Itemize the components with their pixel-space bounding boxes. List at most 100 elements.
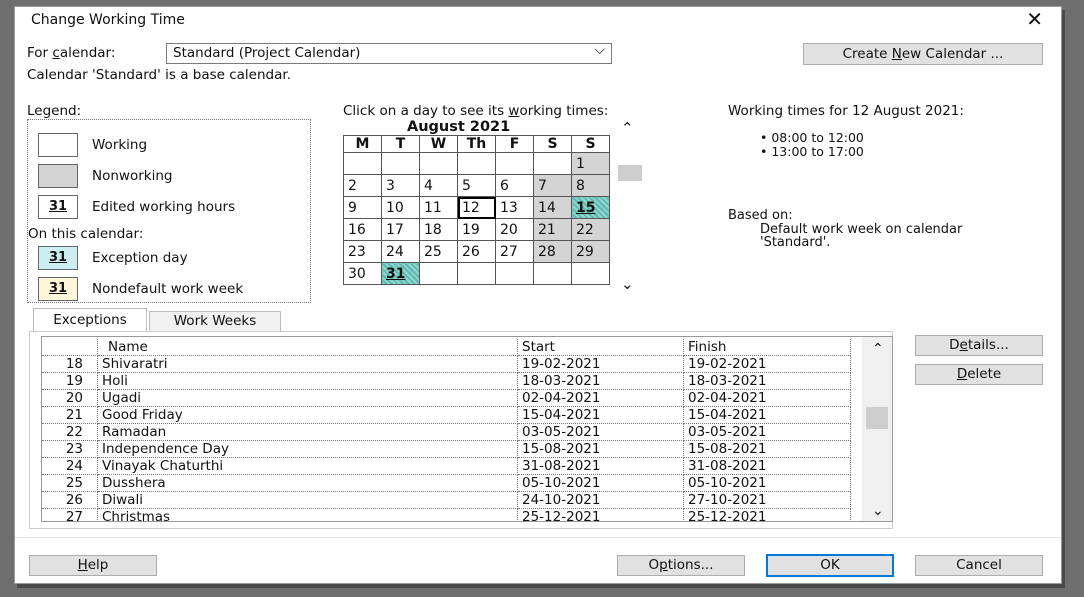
- table-row[interactable]: 27 Christmas 25-12-2021 25-12-2021: [42, 509, 852, 521]
- working-times-list: • 08:00 to 12:00 • 13:00 to 17:00: [760, 131, 864, 159]
- table-header-row: Name Start Finish: [42, 339, 852, 356]
- options-button[interactable]: Options...: [617, 555, 745, 576]
- delete-button[interactable]: Delete: [915, 364, 1043, 385]
- header-finish[interactable]: Finish: [684, 339, 851, 356]
- legend-nondefault-label: Nondefault work week: [92, 281, 244, 297]
- calendar-day[interactable]: 3: [381, 174, 420, 197]
- row-start: 18-03-2021: [518, 373, 684, 390]
- calendar-day[interactable]: 7: [533, 174, 572, 197]
- calendar-day[interactable]: 18: [419, 218, 458, 241]
- calendar-day[interactable]: 22: [571, 218, 610, 241]
- close-icon[interactable]: ✕: [1026, 7, 1043, 31]
- row-finish: 05-10-2021: [684, 475, 851, 492]
- calendar-day[interactable]: 28: [533, 240, 572, 263]
- table-row[interactable]: 21 Good Friday 15-04-2021 15-04-2021: [42, 407, 852, 424]
- tab-work-weeks[interactable]: Work Weeks: [149, 311, 281, 332]
- header-name[interactable]: Name: [98, 339, 518, 356]
- weekday-label: M: [343, 135, 382, 153]
- calendar-day[interactable]: 23: [343, 240, 382, 263]
- ok-button[interactable]: OK: [766, 554, 894, 577]
- calendar-day[interactable]: 29: [571, 240, 610, 263]
- chevron-up-icon[interactable]: ⌃: [621, 119, 634, 137]
- calendar-day[interactable]: 19: [457, 218, 496, 241]
- legend-exception-label: Exception day: [92, 250, 188, 266]
- week-row: 16 17 18 19 20 21 22: [343, 218, 610, 241]
- calendar-scroll-thumb[interactable]: [618, 165, 642, 181]
- calendar-select-value: Standard (Project Calendar): [173, 45, 361, 61]
- calendar-day[interactable]: 17: [381, 218, 420, 241]
- row-finish: 15-04-2021: [684, 407, 851, 424]
- create-new-calendar-button[interactable]: Create New Calendar ...: [803, 43, 1043, 65]
- details-button[interactable]: Details...: [915, 335, 1043, 356]
- calendar-day[interactable]: 30: [343, 262, 382, 285]
- row-name: Ugadi: [98, 390, 518, 407]
- cancel-button[interactable]: Cancel: [915, 555, 1043, 576]
- calendar-day[interactable]: 20: [495, 218, 534, 241]
- table-row[interactable]: 23 Independence Day 15-08-2021 15-08-2021: [42, 441, 852, 458]
- row-id: 20: [42, 390, 98, 407]
- table-scrollbar[interactable]: ⌃ ⌄: [862, 337, 892, 521]
- row-finish: 27-10-2021: [684, 492, 851, 509]
- nonworking-swatch: [38, 164, 78, 188]
- row-finish: 18-03-2021: [684, 373, 851, 390]
- row-start: 31-08-2021: [518, 458, 684, 475]
- calendar-day[interactable]: 24: [381, 240, 420, 263]
- chevron-down-icon[interactable]: ⌄: [872, 503, 884, 519]
- chevron-up-icon[interactable]: ⌃: [872, 341, 884, 357]
- weekday-header-row: M T W Th F S S: [343, 135, 610, 153]
- row-finish: 19-02-2021: [684, 356, 851, 373]
- chevron-down-icon: ⌵: [594, 42, 605, 58]
- calendar-empty-cell: [495, 262, 534, 285]
- calendar-day[interactable]: 27: [495, 240, 534, 263]
- row-id: 18: [42, 356, 98, 373]
- calendar-day[interactable]: 14: [533, 196, 572, 219]
- calendar-day[interactable]: 26: [457, 240, 496, 263]
- row-finish: 15-08-2021: [684, 441, 851, 458]
- calendar-empty-cell: [533, 262, 572, 285]
- table-row[interactable]: 19 Holi 18-03-2021 18-03-2021: [42, 373, 852, 390]
- calendar-day[interactable]: 11: [419, 196, 458, 219]
- calendar-day[interactable]: 1: [571, 152, 610, 175]
- calendar-day[interactable]: 8: [571, 174, 610, 197]
- table-row[interactable]: 26 Diwali 24-10-2021 27-10-2021: [42, 492, 852, 509]
- calendar-day[interactable]: 4: [419, 174, 458, 197]
- table-row[interactable]: 22 Ramadan 03-05-2021 03-05-2021: [42, 424, 852, 441]
- scroll-thumb[interactable]: [866, 407, 888, 429]
- table-row[interactable]: 24 Vinayak Chaturthi 31-08-2021 31-08-2021: [42, 458, 852, 475]
- calendar-day[interactable]: 5: [457, 174, 496, 197]
- row-id: 25: [42, 475, 98, 492]
- row-id: 21: [42, 407, 98, 424]
- help-button[interactable]: Help: [29, 555, 157, 576]
- weekday-label: F: [495, 135, 534, 153]
- weekday-label: S: [533, 135, 572, 153]
- chevron-down-icon[interactable]: ⌄: [621, 275, 634, 293]
- calendar-day[interactable]: 16: [343, 218, 382, 241]
- header-start[interactable]: Start: [518, 339, 684, 356]
- weekday-label: W: [419, 135, 458, 153]
- table-row[interactable]: 25 Dusshera 05-10-2021 05-10-2021: [42, 475, 852, 492]
- base-calendar-info: Calendar 'Standard' is a base calendar.: [27, 67, 291, 83]
- row-finish: 31-08-2021: [684, 458, 851, 475]
- calendar-day[interactable]: 9: [343, 196, 382, 219]
- footer-divider: [15, 537, 1061, 538]
- calendar-day[interactable]: 31: [381, 262, 420, 285]
- calendar-day[interactable]: 10: [381, 196, 420, 219]
- calendar-empty-cell: [457, 152, 496, 175]
- calendar-select[interactable]: Standard (Project Calendar) ⌵: [166, 42, 612, 64]
- calendar-day[interactable]: 15: [571, 196, 610, 219]
- working-times-title: Working times for 12 August 2021:: [728, 103, 964, 119]
- calendar-day[interactable]: 6: [495, 174, 534, 197]
- calendar-day[interactable]: 12: [457, 196, 496, 219]
- calendar-day[interactable]: 13: [495, 196, 534, 219]
- calendar-day[interactable]: 25: [419, 240, 458, 263]
- legend-nonworking-label: Nonworking: [92, 168, 173, 184]
- dialog-title: Change Working Time: [31, 12, 185, 28]
- calendar-day[interactable]: 21: [533, 218, 572, 241]
- calendar-day[interactable]: 2: [343, 174, 382, 197]
- table-row[interactable]: 20 Ugadi 02-04-2021 02-04-2021: [42, 390, 852, 407]
- table-row[interactable]: 18 Shivaratri 19-02-2021 19-02-2021: [42, 356, 852, 373]
- tab-exceptions[interactable]: Exceptions: [33, 308, 147, 332]
- weekday-label: S: [571, 135, 610, 153]
- row-name: Christmas: [98, 509, 518, 521]
- month-calendar: M T W Th F S S 1 2 3 4 5 6 7 8 9 10 11 12 13 14 15 16 17 18 19 20 2…: [343, 135, 610, 285]
